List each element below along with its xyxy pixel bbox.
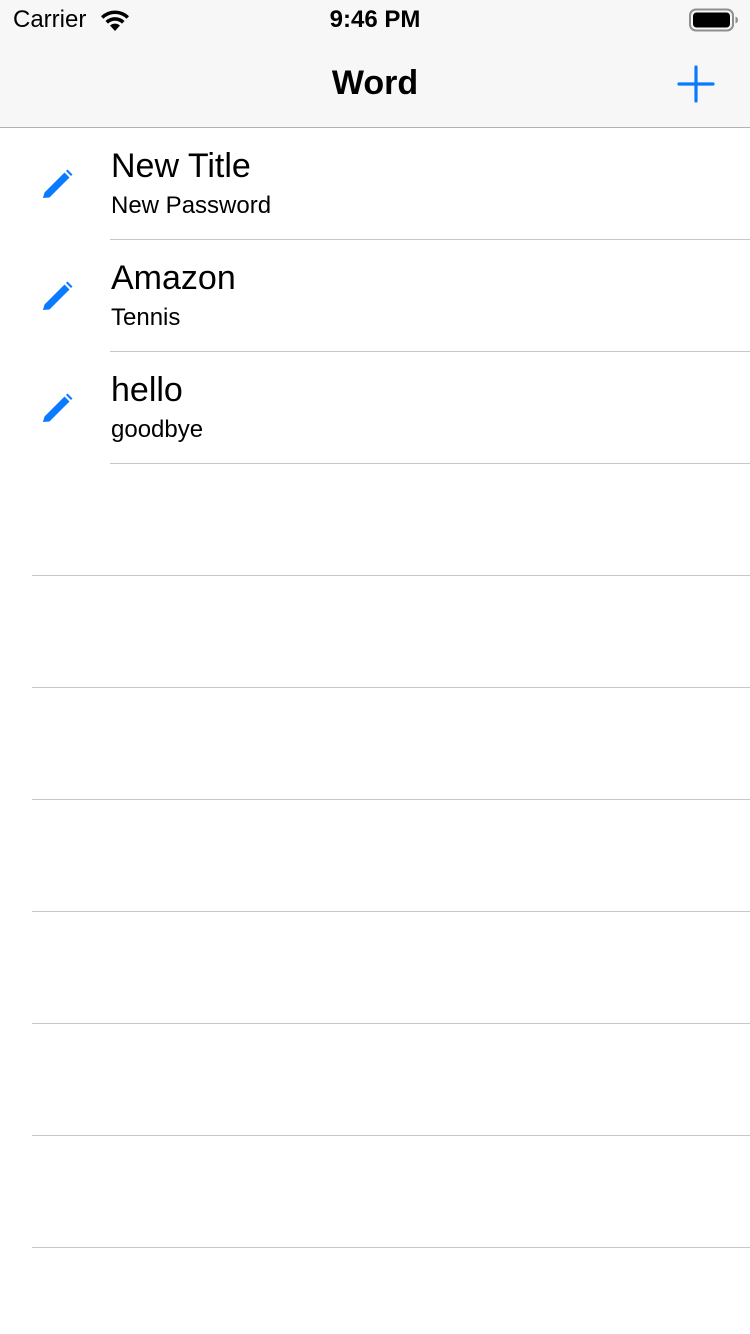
status-bar: Carrier 9:46 PM [0,0,750,40]
page-title: Word [331,64,419,102]
item-subtitle: New Password [111,192,272,219]
list-item[interactable]: hello goodbye [0,352,750,464]
add-button[interactable] [670,58,722,110]
empty-row [0,1024,750,1136]
item-title: New Title [111,147,251,185]
navigation-bar: Word [0,40,750,128]
screen: Carrier 9:46 PM Word New Title New Passw… [0,0,750,1334]
empty-row [0,576,750,688]
word-list: New Title New Password Amazon Tennis hel… [0,128,750,1334]
pencil-icon[interactable] [40,168,74,202]
item-title: Amazon [111,259,236,297]
list-item[interactable]: Amazon Tennis [0,240,750,352]
item-subtitle: goodbye [111,416,204,443]
empty-row [0,464,750,576]
row-divider [32,1247,750,1248]
top-bar: Carrier 9:46 PM Word [0,0,750,128]
item-title: hello [111,371,183,409]
plus-icon [677,65,715,103]
pencil-icon[interactable] [40,280,74,314]
empty-row [0,1136,750,1248]
empty-row [0,688,750,800]
pencil-icon[interactable] [40,392,74,426]
empty-row [0,800,750,912]
status-time: 9:46 PM [329,6,421,33]
empty-row [0,912,750,1024]
list-item[interactable]: New Title New Password [0,128,750,240]
item-subtitle: Tennis [111,304,181,331]
battery-full-icon [689,8,739,32]
